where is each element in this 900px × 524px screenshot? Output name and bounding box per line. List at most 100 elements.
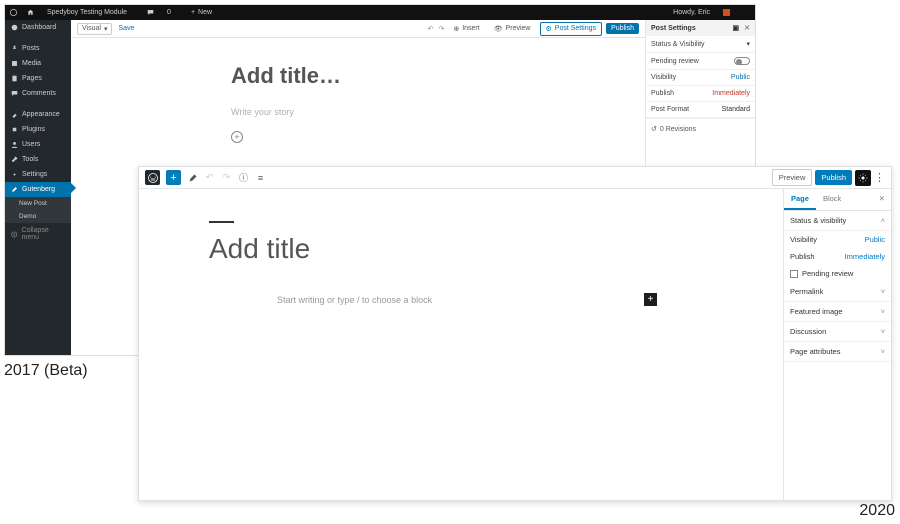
collapse-icon: [11, 231, 18, 238]
panel-header: Post Settings ▣ ✕: [646, 20, 755, 36]
outline-button[interactable]: ≡: [253, 170, 268, 185]
admin-sidebar: Dashboard Posts Media Pages Comments App…: [5, 20, 71, 355]
edit-mode-button[interactable]: [185, 170, 200, 185]
pencil-icon: [11, 186, 18, 193]
settings-button[interactable]: [855, 170, 871, 186]
wrench-icon: [11, 156, 18, 163]
block-placeholder[interactable]: Start writing or type / to choose a bloc…: [277, 293, 657, 306]
publish-value[interactable]: Immediately: [712, 90, 750, 97]
sidebar-item-settings[interactable]: Settings: [5, 167, 71, 182]
pending-review-row: Pending review: [646, 53, 755, 70]
popout-icon[interactable]: ▣: [733, 24, 740, 32]
chevron-up-icon: ˄: [881, 216, 885, 225]
dashboard-icon: [11, 24, 18, 31]
howdy-user[interactable]: Howdy, Eric: [673, 9, 740, 16]
more-menu-button[interactable]: ⋮: [874, 171, 885, 184]
inline-inserter-button[interactable]: +: [644, 293, 657, 306]
title-accent: [209, 221, 234, 223]
pending-checkbox[interactable]: [790, 270, 798, 278]
gear-icon: ⚙: [546, 25, 552, 33]
publish-button[interactable]: Publish: [815, 170, 852, 185]
chevron-down-icon: ˅: [881, 347, 885, 356]
publish-button[interactable]: Publish: [606, 23, 639, 34]
featured-image-section[interactable]: Featured image˅: [784, 302, 891, 322]
post-settings-button[interactable]: ⚙Post Settings: [540, 22, 603, 36]
tab-block[interactable]: Block: [816, 189, 848, 210]
visibility-value[interactable]: Public: [731, 74, 750, 81]
avatar-icon: [723, 9, 730, 16]
sidebar-sub-newpost[interactable]: New Post: [5, 197, 71, 210]
eye-icon: 👁: [494, 25, 503, 33]
chevron-down-icon: ▾: [746, 40, 750, 48]
close-icon[interactable]: ✕: [744, 24, 750, 32]
title-input[interactable]: Add title…: [231, 63, 645, 89]
chevron-down-icon: ˅: [881, 287, 885, 296]
collapse-menu[interactable]: Collapse menu: [5, 223, 71, 245]
sidebar-item-users[interactable]: Users: [5, 137, 71, 152]
pin-icon: [11, 45, 18, 52]
sidebar-item-appearance[interactable]: Appearance: [5, 107, 71, 122]
page-attributes-section[interactable]: Page attributes˅: [784, 342, 891, 362]
preview-button[interactable]: 👁Preview: [489, 23, 536, 35]
brush-icon: [11, 111, 18, 118]
pending-review-row: Pending review: [784, 265, 891, 282]
chevron-down-icon: ˅: [881, 307, 885, 316]
plug-icon: [11, 126, 18, 133]
new-link[interactable]: + New: [191, 9, 222, 16]
gutenberg-2020-window: + ↶ ↷ ⓘ ≡ Preview Publish ⋮ Add title St…: [138, 166, 892, 501]
visibility-row: VisibilityPublic: [646, 70, 755, 86]
visibility-value[interactable]: Public: [865, 235, 885, 244]
publish-row: PublishImmediately: [784, 248, 891, 265]
publish-value[interactable]: Immediately: [845, 252, 885, 261]
chevron-down-icon: ▾: [104, 25, 108, 33]
comment-icon: [11, 90, 18, 97]
tab-page[interactable]: Page: [784, 189, 816, 210]
admin-bar: Spedyboy Testing Module 0 + New Howdy, E…: [5, 5, 755, 20]
media-icon: [11, 60, 18, 67]
format-value[interactable]: Standard: [722, 106, 750, 113]
redo-button[interactable]: ↷: [219, 170, 234, 185]
save-link[interactable]: Save: [118, 25, 134, 32]
gear-icon: [11, 171, 18, 178]
site-title[interactable]: Spedyboy Testing Module: [27, 9, 137, 16]
details-button[interactable]: ⓘ: [236, 170, 251, 185]
editor-canvas[interactable]: Add title Start writing or type / to cho…: [139, 189, 783, 500]
wp-logo-icon[interactable]: [10, 9, 17, 16]
format-row: Post FormatStandard: [646, 102, 755, 118]
status-visibility-section[interactable]: Status & Visibility▾: [646, 36, 755, 53]
panel-tabs: Page Block ✕: [784, 189, 891, 211]
sidebar-item-media[interactable]: Media: [5, 56, 71, 71]
close-panel-icon[interactable]: ✕: [873, 189, 891, 210]
discussion-section[interactable]: Discussion˅: [784, 322, 891, 342]
sidebar-item-plugins[interactable]: Plugins: [5, 122, 71, 137]
home-icon: [27, 9, 34, 16]
settings-panel: Page Block ✕ Status & visibility˄ Visibi…: [783, 189, 891, 500]
page-icon: [11, 75, 18, 82]
comment-icon: [147, 9, 154, 16]
title-input[interactable]: Add title: [209, 233, 783, 265]
sidebar-item-comments[interactable]: Comments: [5, 86, 71, 101]
sidebar-item-tools[interactable]: Tools: [5, 152, 71, 167]
preview-button[interactable]: Preview: [772, 169, 813, 186]
undo-button[interactable]: ↶: [202, 170, 217, 185]
wp-logo-icon[interactable]: [145, 170, 160, 185]
insert-button[interactable]: ⊕Insert: [448, 23, 484, 35]
mode-selector[interactable]: Visual▾: [77, 23, 112, 35]
publish-row: PublishImmediately: [646, 86, 755, 102]
sidebar-item-dashboard[interactable]: Dashboard: [5, 20, 71, 35]
revisions-link[interactable]: ↺0 Revisions: [646, 118, 755, 139]
add-block-button[interactable]: +: [231, 131, 243, 143]
permalink-section[interactable]: Permalink˅: [784, 282, 891, 302]
sidebar-sub-demo[interactable]: Demo: [5, 210, 71, 223]
body-placeholder[interactable]: Write your story: [231, 107, 645, 117]
comments-link[interactable]: 0: [147, 9, 181, 16]
block-inserter-button[interactable]: +: [166, 170, 181, 185]
caption-2017: 2017 (Beta): [4, 362, 88, 380]
redo-button[interactable]: ↷: [438, 25, 444, 33]
status-visibility-section[interactable]: Status & visibility˄: [784, 211, 891, 231]
sidebar-item-posts[interactable]: Posts: [5, 41, 71, 56]
sidebar-item-pages[interactable]: Pages: [5, 71, 71, 86]
pending-toggle[interactable]: [734, 57, 750, 65]
undo-button[interactable]: ↶: [428, 25, 434, 33]
sidebar-item-gutenberg[interactable]: Gutenberg: [5, 182, 71, 197]
